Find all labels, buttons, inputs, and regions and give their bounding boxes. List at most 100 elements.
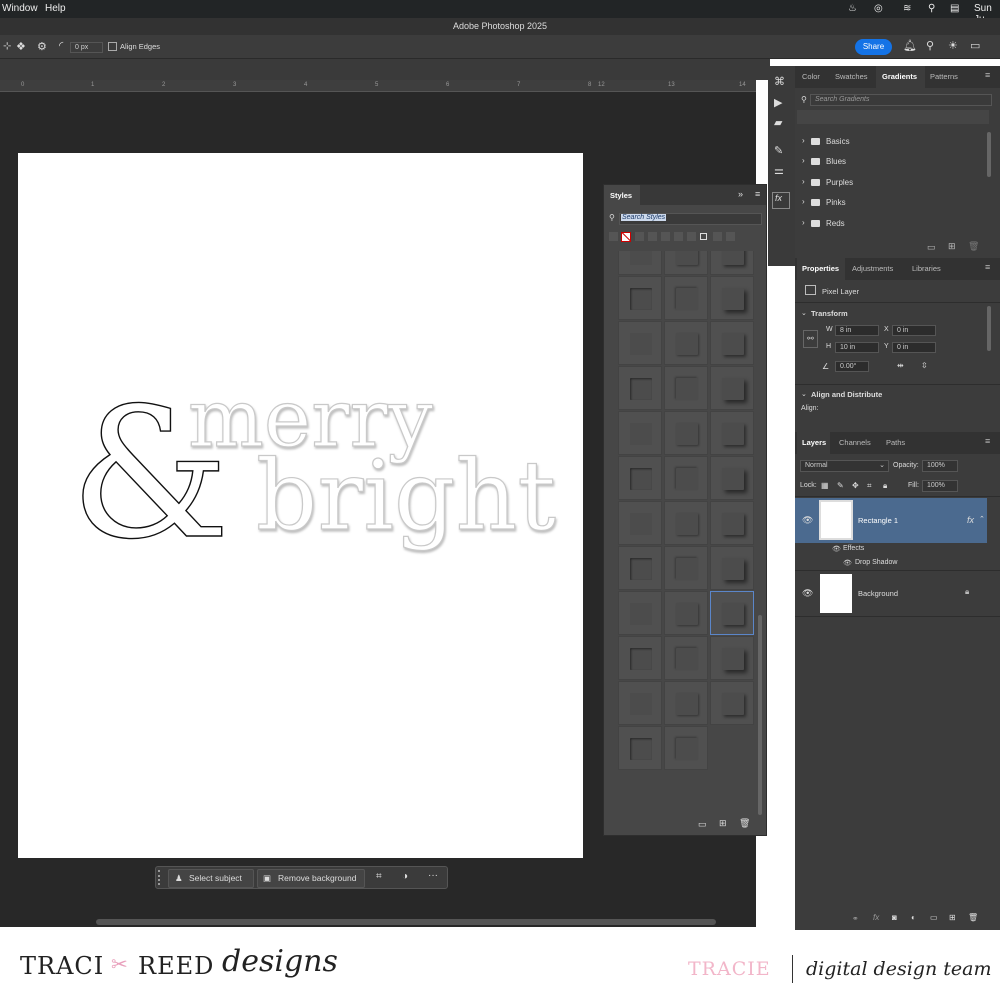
style-swatch[interactable] [713, 232, 722, 241]
chevron-right-icon[interactable]: › [802, 197, 805, 206]
feather-input[interactable]: 0 px [70, 42, 103, 53]
gradient-folder-purples[interactable]: Purples [826, 178, 853, 187]
tab-swatches[interactable]: Swatches [835, 72, 868, 81]
folder-icon[interactable]: ▭ [698, 819, 707, 830]
lightbulb-icon[interactable]: ☀ [948, 39, 958, 52]
chevron-right-icon[interactable]: › [802, 218, 805, 227]
style-thumbnail[interactable] [618, 591, 662, 635]
lock-pixels-icon[interactable]: ✎ [837, 481, 844, 490]
style-thumbnail[interactable] [710, 321, 754, 365]
style-thumbnail[interactable] [710, 681, 754, 725]
style-thumbnail[interactable] [618, 636, 662, 680]
flame-icon[interactable]: ♨ [848, 3, 857, 14]
style-thumbnail[interactable] [664, 546, 708, 590]
style-thumbnail[interactable] [618, 546, 662, 590]
tab-properties[interactable]: Properties [802, 264, 839, 273]
eye-icon[interactable]: 👁︎ [832, 545, 841, 553]
tab-gradients[interactable]: Gradients [882, 72, 917, 81]
fx-styles-icon[interactable]: fx [772, 192, 790, 209]
style-swatch[interactable] [661, 232, 670, 241]
style-thumbnail[interactable] [618, 726, 662, 770]
new-layer-icon[interactable]: ⊞ [949, 913, 956, 922]
transform-icon[interactable]: ⌗ [376, 871, 382, 882]
style-thumbnail[interactable] [618, 501, 662, 545]
style-thumbnail[interactable] [710, 456, 754, 500]
add-style-icon[interactable]: fx [873, 913, 879, 922]
chevron-down-icon[interactable]: ⌄ [801, 309, 807, 317]
style-swatch[interactable] [687, 232, 696, 241]
history-icon[interactable]: ⌘ [774, 75, 785, 88]
gradient-folder-pinks[interactable]: Pinks [826, 198, 846, 207]
transform-section-title[interactable]: Transform [811, 309, 848, 318]
style-thumbnail[interactable] [618, 681, 662, 725]
properties-scrollbar[interactable] [987, 306, 991, 351]
play-icon[interactable]: ▶ [774, 96, 782, 109]
link-layers-icon[interactable]: ⚭ [852, 914, 859, 923]
blend-mode-select[interactable]: Normal ⌄ [800, 460, 889, 472]
lock-all-icon[interactable]: 🔒︎ [883, 481, 887, 491]
eye-icon[interactable]: 👁︎ [802, 588, 813, 599]
search-icon[interactable]: ⚲ [928, 3, 935, 14]
align-edges-checkbox[interactable] [108, 42, 117, 51]
style-thumbnail[interactable] [664, 366, 708, 410]
tab-paths[interactable]: Paths [886, 438, 905, 447]
link-icon[interactable]: ⚯ [803, 330, 818, 348]
style-swatch[interactable] [700, 233, 707, 240]
style-swatch[interactable] [609, 232, 618, 241]
gradients-scrollbar[interactable] [987, 132, 991, 177]
panel-menu-icon[interactable]: ≡ [985, 436, 990, 446]
style-thumbnail[interactable] [664, 456, 708, 500]
document-canvas[interactable]: & merry bright [18, 153, 583, 858]
layer-name[interactable]: Background [858, 589, 898, 598]
chevron-right-icon[interactable]: › [802, 136, 805, 145]
gear-icon[interactable]: ⚙ [37, 40, 47, 53]
style-thumbnail[interactable] [618, 251, 662, 275]
style-thumbnail[interactable] [710, 546, 754, 590]
tab-libraries[interactable]: Libraries [912, 264, 941, 273]
height-input[interactable]: 10 in [835, 342, 879, 353]
search-icon[interactable]: ⚲ [926, 39, 934, 52]
style-thumbnail[interactable] [710, 366, 754, 410]
style-thumbnail[interactable] [710, 636, 754, 680]
drag-handle-icon[interactable] [158, 870, 161, 885]
sample-layers-icon[interactable]: ❖ [16, 40, 26, 53]
style-swatch[interactable] [648, 232, 657, 241]
remove-background-button[interactable]: ▣ Remove background [257, 869, 365, 888]
gradient-folder-blues[interactable]: Blues [826, 157, 846, 166]
share-button[interactable]: Share [855, 39, 892, 55]
style-swatch[interactable] [674, 232, 683, 241]
style-thumbnail[interactable] [664, 681, 708, 725]
chevron-right-icon[interactable]: › [802, 156, 805, 165]
y-input[interactable]: 0 in [892, 342, 936, 353]
tab-channels[interactable]: Channels [839, 438, 871, 447]
no-style-icon[interactable] [621, 232, 631, 242]
wifi-icon[interactable]: ≋ [903, 3, 911, 14]
tab-layers[interactable]: Layers [802, 438, 826, 447]
align-section-title[interactable]: Align and Distribute [811, 390, 882, 399]
style-thumbnail[interactable] [664, 501, 708, 545]
lock-position-icon[interactable]: ✥ [852, 481, 859, 490]
style-thumbnail[interactable] [618, 276, 662, 320]
style-thumbnail[interactable] [664, 591, 708, 635]
style-thumbnail[interactable] [664, 276, 708, 320]
sliders-icon[interactable]: ⚌ [774, 164, 784, 177]
style-thumbnail[interactable] [710, 251, 754, 275]
eye-icon[interactable]: 👁︎ [843, 559, 852, 567]
angle-input[interactable]: 0.00° [835, 361, 869, 372]
style-thumbnail[interactable] [664, 411, 708, 455]
styles-scrollbar[interactable] [758, 615, 762, 815]
flip-horizontal-icon[interactable]: ⇹ [897, 361, 904, 370]
collapse-icon[interactable]: » [738, 189, 743, 199]
style-swatch[interactable] [635, 232, 644, 241]
layer-name[interactable]: Rectangle 1 [858, 516, 898, 525]
horizontal-scrollbar[interactable] [96, 919, 716, 925]
style-thumbnail[interactable] [664, 251, 708, 275]
more-options-button[interactable]: ··· [428, 870, 438, 881]
opacity-input[interactable]: 100% [922, 460, 958, 472]
new-gradient-icon[interactable]: ⊞ [948, 241, 956, 252]
style-thumbnail[interactable] [664, 321, 708, 365]
control-center-icon[interactable]: ▤ [950, 3, 959, 14]
fill-input[interactable]: 100% [922, 480, 958, 492]
brush-options-icon[interactable]: ⊹ [3, 41, 11, 52]
layer-row-background[interactable]: 👁︎ Background 🔒︎ [795, 571, 987, 616]
